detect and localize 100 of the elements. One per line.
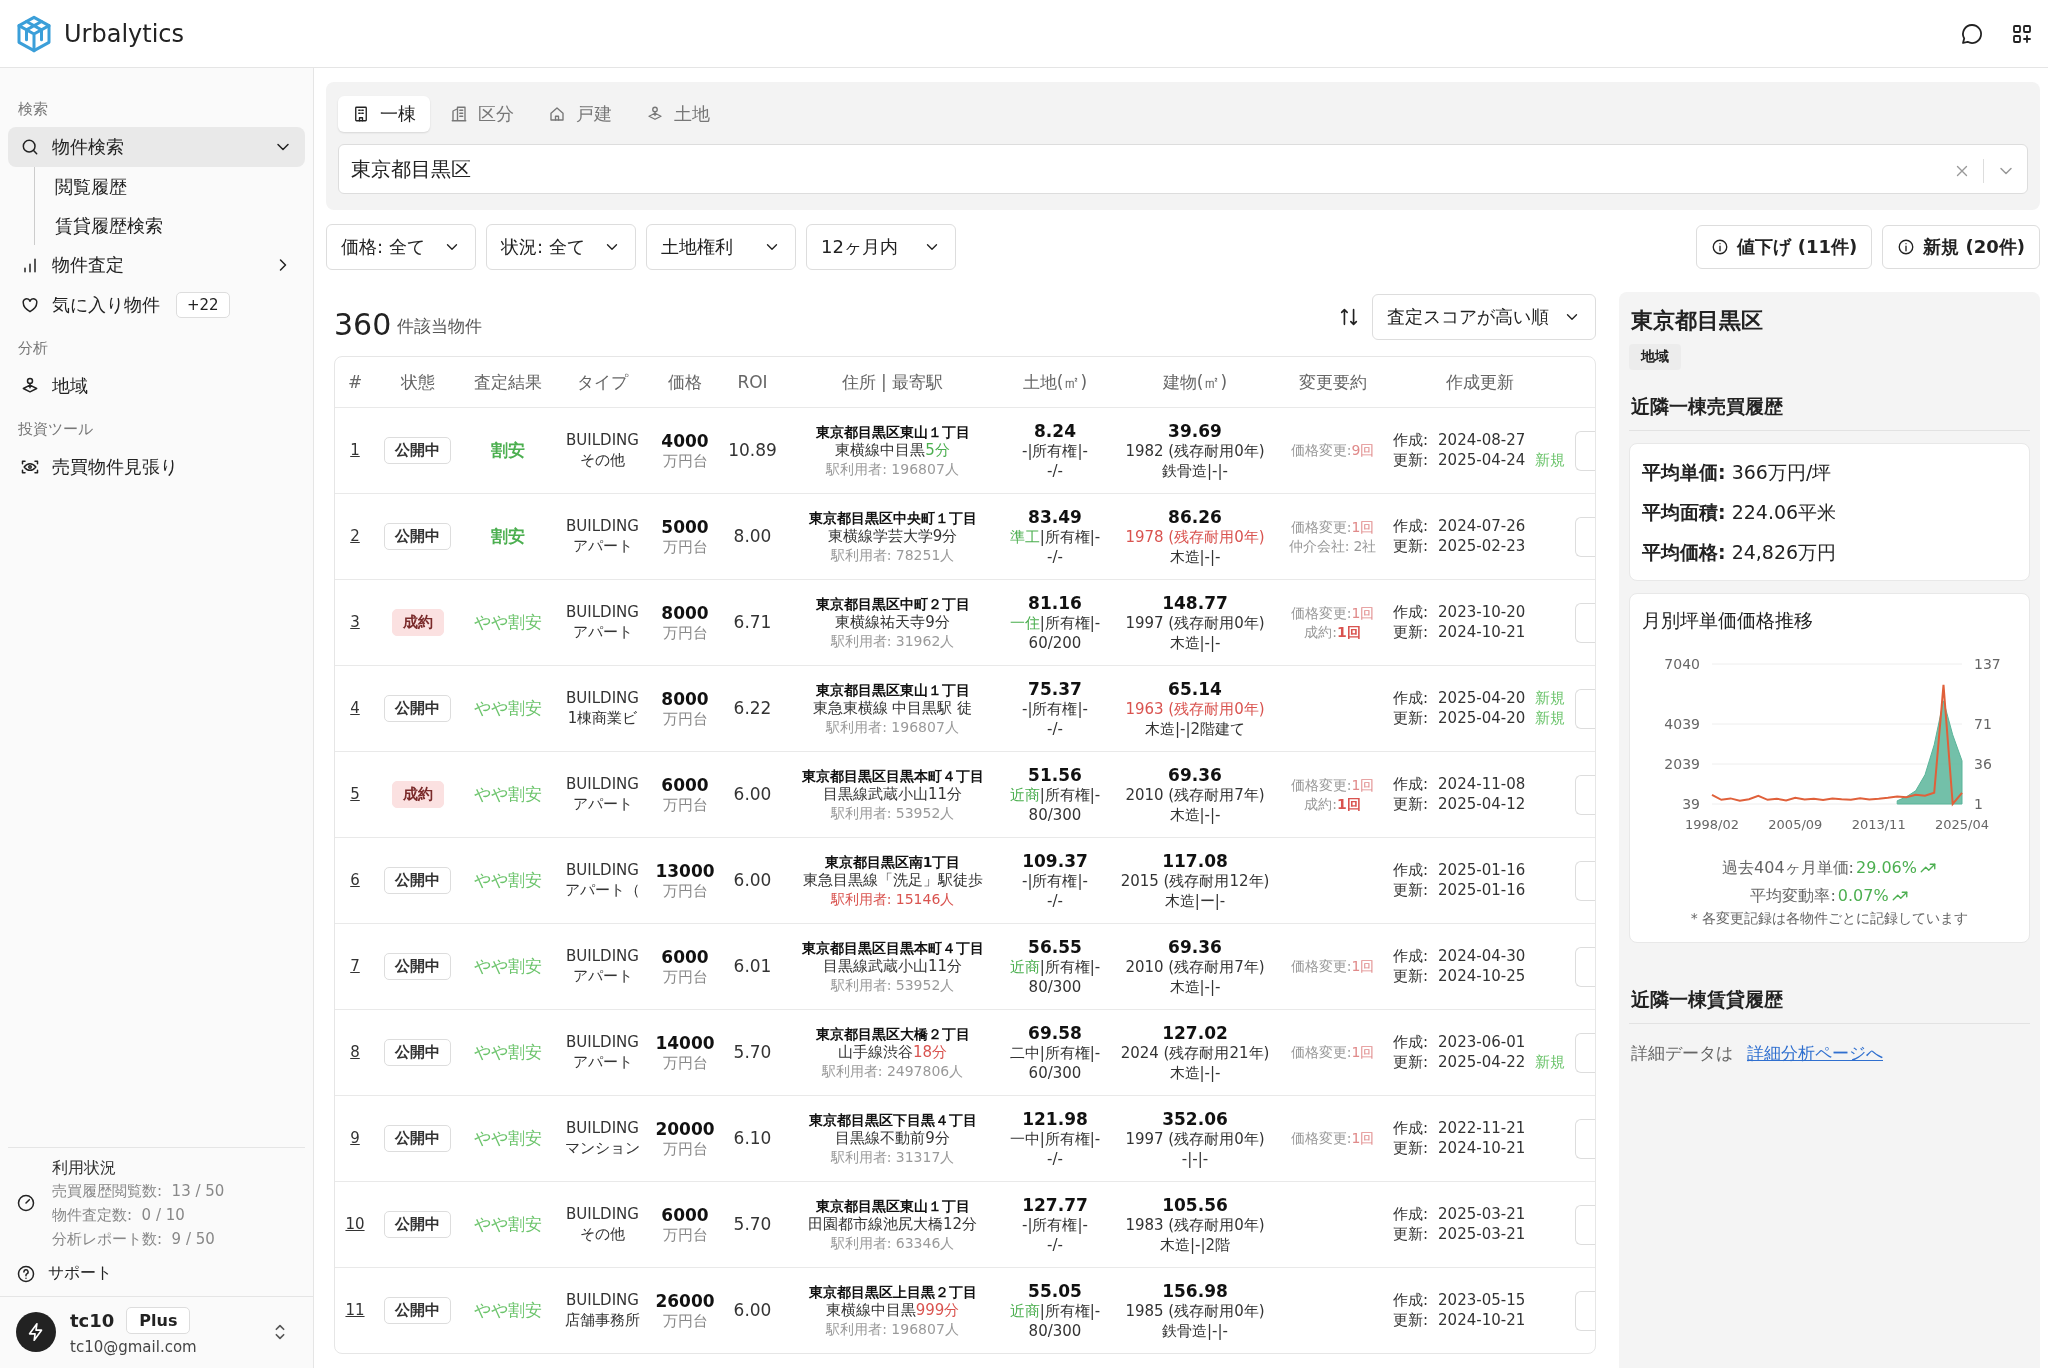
- sort-dropdown[interactable]: 査定スコアが高い順: [1372, 294, 1596, 340]
- station-line: 目黒線武蔵小山11分: [822, 956, 963, 977]
- date-label: 作成:: [1393, 431, 1429, 451]
- date-value: 2023-05-15: [1438, 1291, 1526, 1311]
- date-value: 2023-06-01: [1438, 1033, 1526, 1053]
- column-header: 状態: [400, 371, 435, 392]
- land-rights: 一中|所有権|-: [1009, 1130, 1101, 1150]
- row-number-link[interactable]: 11: [345, 1300, 365, 1321]
- property-type-tab[interactable]: 土地: [632, 96, 724, 132]
- date-value: 2025-04-22: [1438, 1052, 1526, 1072]
- column-header: 作成更新: [1446, 371, 1514, 392]
- filter-dropdown[interactable]: 状況: 全て: [486, 224, 636, 270]
- date-label: 更新:: [1393, 966, 1429, 986]
- row-action-button[interactable]: [1575, 946, 1595, 987]
- row-number-link[interactable]: 7: [350, 956, 360, 977]
- nav-item[interactable]: 物件査定: [8, 245, 305, 285]
- row-number-link[interactable]: 4: [350, 698, 360, 719]
- property-type-tab[interactable]: 区分: [436, 96, 528, 132]
- property-type: BUILDING: [566, 1205, 639, 1225]
- row-number-link[interactable]: 3: [350, 612, 360, 633]
- status-tag: 公開中: [384, 436, 451, 465]
- row-action-button[interactable]: [1575, 688, 1595, 729]
- nav-subitem[interactable]: 閲覧履歴: [43, 167, 305, 206]
- axis-label: 2025/04: [1935, 817, 1989, 832]
- date-label: 更新:: [1393, 708, 1429, 728]
- property-subtype: アパート: [572, 966, 633, 986]
- building-age: 1985 (残存耐用0年): [1125, 1302, 1265, 1322]
- property-subtype: アパート（: [565, 880, 640, 900]
- chat-button[interactable]: [1960, 21, 1984, 46]
- new-label: 新規: [1535, 450, 1566, 470]
- row-action-button[interactable]: [1575, 1118, 1595, 1159]
- avatar[interactable]: [16, 1311, 56, 1352]
- price-unit: 万円台: [662, 1053, 708, 1074]
- filter-dropdown[interactable]: 土地権利: [646, 224, 796, 270]
- building-structure: 木造|-|-: [1169, 977, 1221, 998]
- heart-icon: [20, 295, 40, 315]
- land-area: 81.16: [1028, 591, 1082, 615]
- date-value: 2024-10-25: [1438, 966, 1526, 986]
- filter-dropdown[interactable]: 価格: 全て: [326, 224, 476, 270]
- row-number-link[interactable]: 2: [350, 526, 360, 547]
- brand-name: Urbalytics: [64, 19, 185, 48]
- roi-value: 6.00: [733, 783, 772, 806]
- rating-text: やや割安: [473, 783, 542, 806]
- support-link[interactable]: サポート: [8, 1255, 305, 1296]
- row-action-button[interactable]: [1575, 430, 1595, 471]
- price-value: 20000: [655, 1117, 715, 1140]
- nav-subitem[interactable]: 賃貸履歴検索: [43, 206, 305, 245]
- date-label: 更新:: [1393, 1138, 1429, 1158]
- quick-filter-button[interactable]: 新規 (20件): [1882, 225, 2040, 269]
- row-action-button[interactable]: [1575, 1290, 1595, 1331]
- row-number-link[interactable]: 6: [350, 870, 360, 891]
- land-rights: 二中|所有権|-: [1009, 1044, 1101, 1064]
- row-number-link[interactable]: 1: [350, 440, 360, 461]
- price-unit: 万円台: [662, 1225, 708, 1246]
- axis-label: 7040: [1664, 656, 1700, 672]
- property-subtype: アパート: [572, 1052, 633, 1072]
- row-action-button[interactable]: [1575, 516, 1595, 557]
- trend-line: 平均変動率:0.07%: [1642, 882, 2017, 910]
- nav-item[interactable]: 気に入り物件 +22: [8, 285, 305, 325]
- station-riders: 駅利用者: 15146人: [830, 890, 955, 909]
- building-area: 65.14: [1168, 677, 1222, 701]
- price-unit: 万円台: [662, 795, 708, 816]
- property-type-tab[interactable]: 一棟: [338, 96, 430, 132]
- detail-link[interactable]: 詳細分析ページへ: [1747, 1042, 1883, 1065]
- land-area: 69.58: [1028, 1021, 1082, 1045]
- row-action-button[interactable]: [1575, 1204, 1595, 1245]
- date-label: 更新:: [1393, 880, 1429, 900]
- date-label: 作成:: [1393, 775, 1429, 795]
- nav-item[interactable]: 売買物件見張り: [8, 447, 305, 487]
- row-number-link[interactable]: 9: [350, 1128, 360, 1149]
- change-summary: 価格変更:1回: [1290, 776, 1375, 795]
- chat-bubble-icon: [1960, 21, 1984, 46]
- row-number-link[interactable]: 10: [345, 1214, 365, 1235]
- property-type-tab[interactable]: 戸建: [534, 96, 626, 132]
- land-area: 55.05: [1028, 1279, 1082, 1303]
- search-field[interactable]: 東京都目黒区: [338, 144, 2028, 194]
- building-age: 1997 (残存耐用0年): [1125, 1130, 1265, 1150]
- nav-item[interactable]: 物件検索: [8, 127, 305, 167]
- filter-dropdown[interactable]: 12ヶ月内: [806, 224, 956, 270]
- roi-value: 6.71: [733, 611, 772, 634]
- detail-text: 詳細データは: [1631, 1042, 1733, 1065]
- row-number-link[interactable]: 5: [350, 784, 360, 805]
- property-subtype: 1棟商業ビ: [567, 708, 638, 728]
- quick-filter-button[interactable]: 値下げ (11件): [1696, 225, 1873, 269]
- map-pin-icon: [646, 105, 664, 123]
- rating-text: 割安: [490, 525, 525, 548]
- date-value: 2025-01-16: [1438, 880, 1526, 900]
- row-action-button[interactable]: [1575, 774, 1595, 815]
- nav-item[interactable]: 地域: [8, 366, 305, 406]
- area-tag: 地域: [1629, 344, 1681, 370]
- row-action-button[interactable]: [1575, 860, 1595, 901]
- sort-icon: [1338, 306, 1360, 328]
- land-ratio: -/-: [1047, 1235, 1063, 1256]
- usage-line: 物件査定数: 0 / 10: [52, 1205, 186, 1226]
- row-action-button[interactable]: [1575, 1032, 1595, 1073]
- row-action-button[interactable]: [1575, 602, 1595, 643]
- row-number-link[interactable]: 8: [350, 1042, 360, 1063]
- column-header: #: [347, 372, 363, 392]
- user-email: tc10@gmail.com: [70, 1338, 197, 1356]
- building-area: 69.36: [1168, 763, 1222, 787]
